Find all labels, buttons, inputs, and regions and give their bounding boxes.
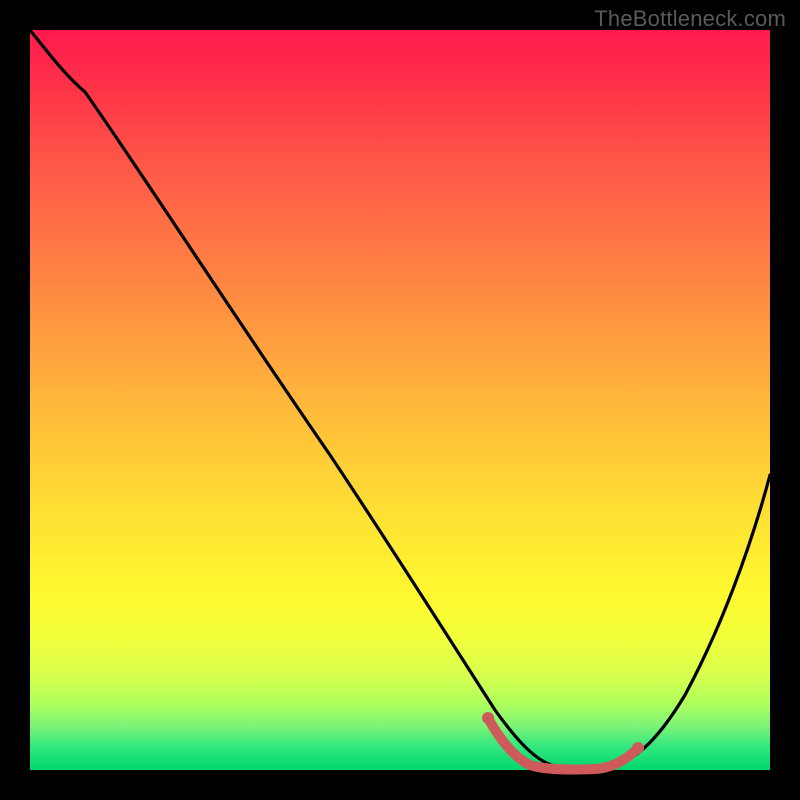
chart-svg [30,30,770,770]
chart-frame: TheBottleneck.com [0,0,800,800]
flat-region-end-dot [632,742,644,754]
bottleneck-curve [30,30,770,767]
watermark-text: TheBottleneck.com [594,6,786,32]
flat-region-marker [488,718,638,770]
flat-region-start-dot [482,712,494,724]
